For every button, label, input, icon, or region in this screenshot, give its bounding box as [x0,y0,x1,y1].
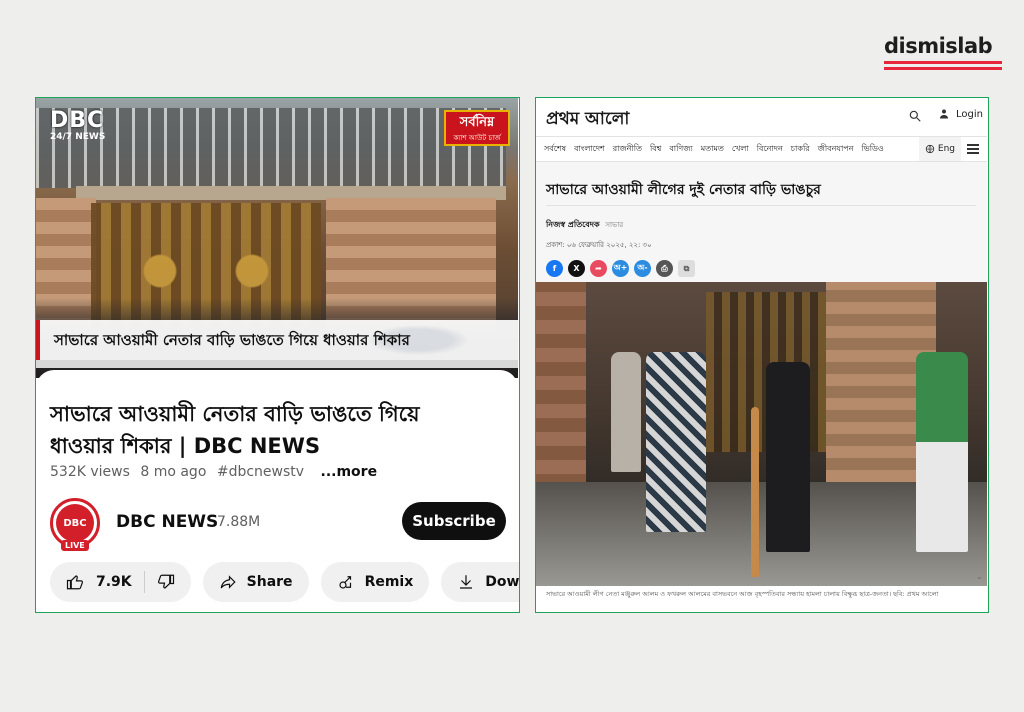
article-byline: নিজস্ব প্রতিবেদক সাভার [546,219,623,232]
globe-icon [925,144,935,154]
brand-name: dismislab [884,34,993,58]
more-link[interactable]: ...more [321,464,378,480]
share-bar: f X ➦ অ+ অ- ⎙ ⧉ [546,260,695,277]
login-label: Login [956,108,983,120]
news-ticker: সাভারে আওয়ামী নেতার বাড়ি ভাঙতে গিয়ে ধ… [36,320,518,360]
view-count: 532K views [50,464,130,480]
nav-item[interactable]: চাকরি [791,143,810,156]
nav-item[interactable]: ভিডিও [861,143,883,156]
overlay-ad-badge: সর্বনিম্ন ক্যাশ আউট চার্জ [444,110,510,146]
publish-date: প্রকাশ: ০৬ ফেব্রুয়ারি ২০২৫, ২২: ৩০ [546,241,652,249]
nav-item[interactable]: জীবনযাপন [818,143,854,156]
upload-age: 8 mo ago [140,464,207,480]
overlay-ad-badge-subtext: ক্যাশ আউট চার্জ [453,134,501,142]
thumbs-down-icon[interactable] [157,573,175,591]
facebook-icon[interactable]: f [546,260,563,277]
dbc-logo-text: DBC [50,108,105,133]
author-place: সাভার [605,221,624,229]
prothomalo-logo[interactable]: প্রথম আলো [546,106,629,134]
login-button[interactable]: Login [938,108,983,120]
channel-name[interactable]: DBC NEWS [116,512,218,532]
font-decrease-icon[interactable]: অ- [634,260,651,277]
share-icon [220,575,236,589]
font-increase-icon[interactable]: অ+ [612,260,629,277]
dbc-overlay-logo: DBC 24/7 NEWS [50,108,106,143]
share-button[interactable]: Share [202,562,309,602]
video-meta: 532K views 8 mo ago #dbcnewstv ...more [50,464,383,480]
video-frame-fence [36,108,506,188]
video-title[interactable]: সাভারে আওয়ামী নেতার বাড়ি ভাঙতে গিয়ে ধ… [50,398,490,462]
nav-item[interactable]: খেলা [732,143,749,156]
action-bar: 7.9K Share Remix Download [50,562,520,602]
language-toggle[interactable]: Eng [918,137,961,161]
hashtag-link[interactable]: #dbcnewstv [217,464,304,480]
menu-icon[interactable] [967,144,979,154]
brand-underline [884,61,1002,64]
video-info-card: সাভারে আওয়ামী নেতার বাড়ি ভাঙতে গিয়ে ধ… [36,370,520,612]
photo-person [646,352,706,532]
nav-item[interactable]: বিশ্ব [650,143,661,156]
nav-item[interactable]: বিনোদন [757,143,783,156]
nav-item[interactable]: বাংলাদেশ [574,143,605,156]
category-nav: সর্বশেষ বাংলাদেশ রাজনীতি বিশ্ব বাণিজ্য ম… [536,136,987,162]
channel-avatar[interactable]: DBC LIVE [50,498,100,551]
bookmark-icon[interactable]: ⧉ [678,260,695,277]
dismislab-logo: dismislab [884,34,1002,70]
download-button[interactable]: Download [441,562,520,602]
ticker-bottom-bar [36,360,518,368]
youtube-screenshot-panel: DBC 24/7 NEWS সর্বনিম্ন ক্যাশ আউট চার্জ … [35,97,520,613]
nav-item[interactable]: সর্বশেষ [544,143,566,156]
like-dislike-group: 7.9K [50,562,191,602]
site-header: প্রথম আলো Login [536,98,987,134]
brand-underline [884,67,1002,70]
like-divider [143,571,145,593]
remix-label: Remix [364,574,414,590]
download-icon [460,575,473,589]
article-headline: সাভারে আওয়ামী লীগের দুই নেতার বাড়ি ভাঙ… [546,182,821,198]
x-icon[interactable]: X [568,260,585,277]
photo-person [611,352,641,472]
overlay-ad-badge-text: সর্বনিম্ন [459,115,495,130]
search-icon[interactable] [908,109,922,123]
nav-item[interactable]: বাণিজ্য [669,143,692,156]
author-name[interactable]: নিজস্ব প্রতিবেদক [546,220,600,229]
remix-icon [338,576,351,589]
download-label: Download [485,574,520,590]
like-count[interactable]: 7.9K [96,574,132,590]
headline-divider [546,205,976,206]
nav-item[interactable]: মতামত [701,143,724,156]
ticker-text: সাভারে আওয়ামী নেতার বাড়ি ভাঙতে গিয়ে ধ… [54,331,410,349]
language-label: Eng [937,144,955,154]
photo-person [766,362,810,552]
photo-person [916,352,968,552]
live-badge: LIVE [61,540,89,551]
share-arrow-icon[interactable]: ➦ [590,260,607,277]
video-player[interactable]: DBC 24/7 NEWS সর্বনিম্ন ক্যাশ আউট চার্জ … [36,98,518,378]
avatar-text: DBC [63,517,87,529]
nav-item[interactable]: রাজনীতি [613,143,642,156]
photo-caption: সাভারে আওয়ামী লীগ নেতা মঞ্জুরুল আলম ও ফ… [536,586,987,612]
chevron-up-icon[interactable]: ⌃ [976,576,986,586]
photo-stick [751,407,759,577]
subscriber-count: 7.88M [217,514,261,530]
article-photo [536,282,987,586]
print-icon[interactable]: ⎙ [656,260,673,277]
dbc-logo-subtext: 24/7 NEWS [50,132,106,142]
user-icon [940,109,948,119]
prothomalo-screenshot-panel: প্রথম আলো Login সর্বশেষ বাংলাদেশ রাজনীতি… [535,97,989,613]
share-label: Share [246,574,293,590]
thumbs-up-icon[interactable] [66,573,84,591]
subscribe-button[interactable]: Subscribe [402,502,506,540]
remix-button[interactable]: Remix [320,562,430,602]
